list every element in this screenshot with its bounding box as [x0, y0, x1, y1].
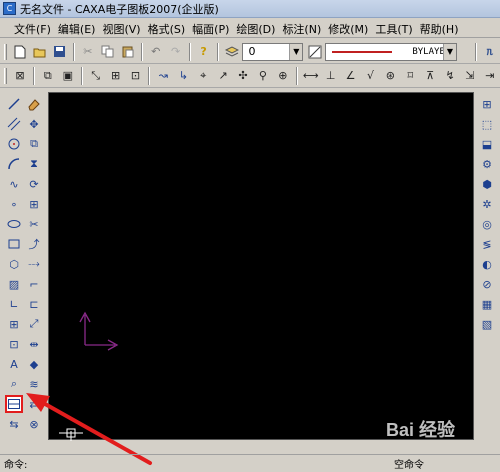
- status-bar: 命令: 空命令: [0, 454, 500, 472]
- annotation-arrow-icon: [26, 393, 152, 465]
- watermark: Bai 经验: [386, 420, 456, 440]
- command-status: 空命令: [394, 460, 424, 471]
- command-prompt: 命令:: [4, 460, 28, 471]
